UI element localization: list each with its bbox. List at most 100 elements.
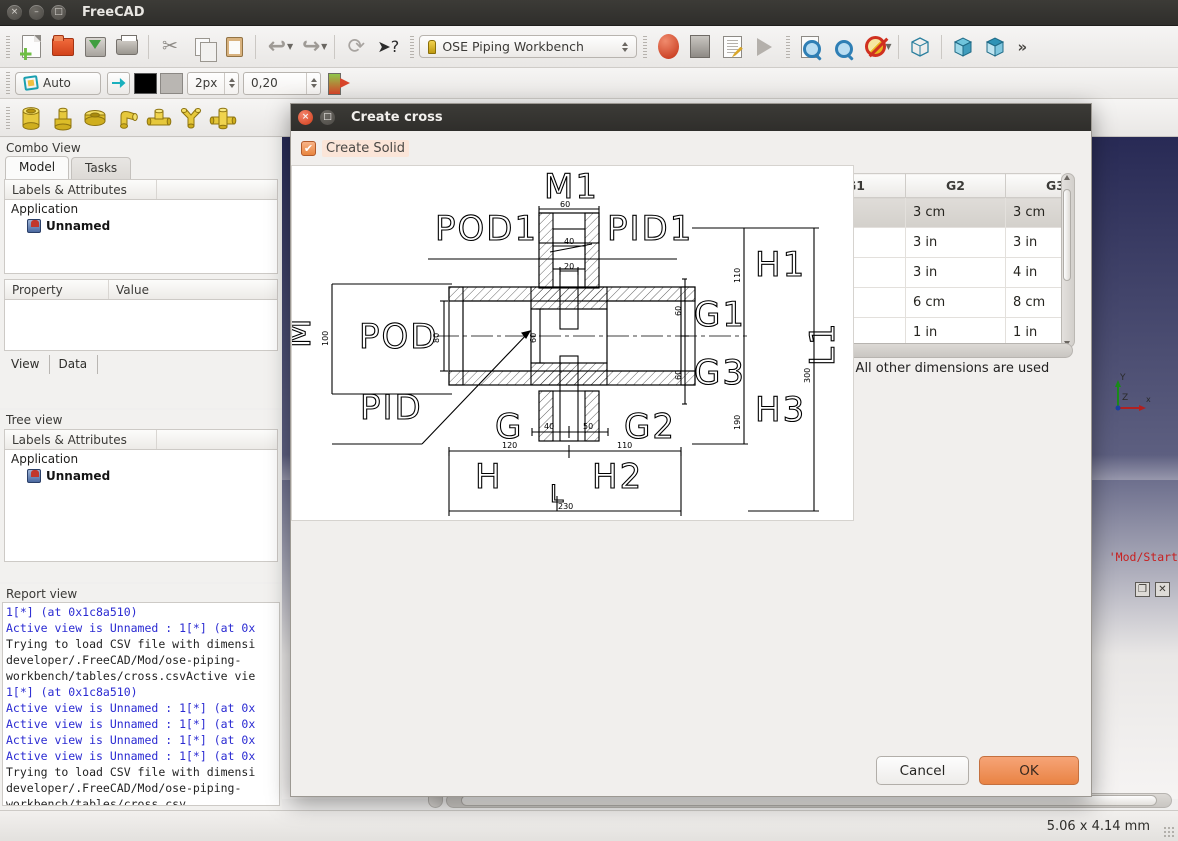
create-cross-button[interactable] (207, 102, 239, 134)
cell-g2: 3 cm (905, 197, 1006, 228)
toolbar-grip[interactable] (641, 35, 650, 58)
create-ybranch-button[interactable] (175, 102, 207, 134)
create-solid-row[interactable]: ✔ Create Solid (291, 131, 1091, 165)
report-view-body[interactable]: 1[*] (at 0x1c8a510) Active view is Unnam… (2, 602, 280, 806)
tree-view-body[interactable]: Application Unnamed (4, 450, 278, 562)
toolbar-grip[interactable] (784, 35, 793, 58)
create-coupling-button[interactable] (79, 102, 111, 134)
workbench-selector-spinner-icon[interactable] (622, 41, 629, 52)
window-minimize-button[interactable]: – (29, 5, 44, 20)
tab-data[interactable]: Data (50, 355, 99, 374)
tab-tasks[interactable]: Tasks (71, 157, 132, 179)
macros-button[interactable] (716, 31, 748, 63)
macro-record-button[interactable] (652, 31, 684, 63)
copy-button[interactable] (186, 31, 218, 63)
report-line: developer/.FreeCAD/Mod/ose-piping- (6, 781, 242, 795)
tree-view-title: Tree view (6, 413, 63, 427)
clipping-button[interactable] (859, 31, 891, 63)
model-tree-root[interactable]: Application (5, 200, 277, 218)
line-width-stepper[interactable] (224, 72, 238, 94)
zoom-fit-icon (799, 35, 823, 61)
toolbar-separator (898, 34, 900, 59)
no-clipping-icon (864, 36, 886, 57)
ok-button[interactable]: OK (979, 756, 1079, 785)
transparency-stepper[interactable] (306, 72, 320, 94)
ybranch-icon (180, 107, 202, 128)
column-header-g2[interactable]: G2 (905, 173, 1006, 198)
tab-model[interactable]: Model (5, 156, 70, 179)
dialog-maximize-button[interactable]: □ (320, 110, 335, 125)
toggle-construction-button[interactable] (107, 71, 130, 95)
open-folder-icon (52, 34, 74, 56)
apply-style-button[interactable] (326, 70, 352, 96)
print-document-button[interactable] (111, 31, 143, 63)
draw-style-flat-button[interactable] (947, 31, 979, 63)
drawing-dim-20: 20 (564, 262, 574, 271)
new-document-button[interactable] (15, 31, 47, 63)
tree-view-document-item[interactable]: Unnamed (5, 468, 277, 484)
column-header-g3[interactable]: G3 (1005, 173, 1061, 198)
draft-snap-toolbar: Auto 2px 0,20 (0, 68, 1178, 99)
cut-button[interactable]: ✂ (154, 31, 186, 63)
create-pipe-button[interactable] (15, 102, 47, 134)
property-column-header: Property (5, 280, 109, 299)
model-tree-document-item[interactable]: Unnamed (5, 218, 277, 234)
color-swatch-grey-icon[interactable] (160, 72, 183, 94)
close-window-icon[interactable]: ✕ (1155, 582, 1170, 597)
create-elbow-button[interactable] (111, 102, 143, 134)
whats-this-button[interactable]: ➤? (372, 31, 404, 63)
draw-style-wireframe-button[interactable] (904, 31, 936, 63)
window-close-button[interactable]: × (7, 5, 22, 20)
execute-macro-button[interactable] (748, 31, 780, 63)
window-maximize-button[interactable]: □ (51, 5, 66, 20)
axonometric-view-button[interactable] (979, 31, 1011, 63)
resize-grip-icon[interactable] (1163, 826, 1175, 838)
transparency-spinbox[interactable]: 0,20 (243, 71, 321, 95)
report-view-panel: Report view 1[*] (at 0x1c8a510) Active v… (0, 584, 282, 810)
line-width-spinbox[interactable]: 2px (187, 71, 239, 95)
scroll-up-arrow-icon[interactable] (1064, 175, 1070, 180)
report-line: Active view is Unnamed : 1[*] (at 0x (6, 701, 256, 715)
toolbar-grip[interactable] (4, 35, 12, 58)
model-tree-body[interactable]: Application Unnamed (4, 200, 278, 274)
fit-all-button[interactable] (795, 31, 827, 63)
save-document-button[interactable] (79, 31, 111, 63)
toolbar-grip[interactable] (408, 35, 417, 58)
create-tee-button[interactable] (143, 102, 175, 134)
create-solid-checkbox[interactable]: ✔ (301, 141, 316, 156)
restore-window-icon[interactable]: ❐ (1135, 582, 1150, 597)
create-bushing-button[interactable] (47, 102, 79, 134)
table-vertical-scrollbar[interactable] (1061, 173, 1075, 348)
cell-g3: 3 in (1005, 227, 1061, 258)
undo-button[interactable]: ↩ (261, 31, 293, 63)
toolbar-grip[interactable] (4, 106, 12, 129)
redo-button[interactable]: ↪ (295, 31, 327, 63)
workbench-selector[interactable]: OSE Piping Workbench (419, 35, 638, 58)
model-tree-document-label: Unnamed (46, 219, 111, 233)
mdi-window-buttons[interactable]: ❐ ✕ (1135, 582, 1170, 597)
toolbar-grip[interactable] (4, 72, 12, 94)
toolbar-overflow-button[interactable]: » (1017, 38, 1027, 56)
refresh-button[interactable]: ⟳ (340, 31, 372, 63)
tab-view[interactable]: View (3, 355, 51, 374)
paste-button[interactable] (218, 31, 250, 63)
axis-cross-indicator: Y Z x (1115, 373, 1151, 411)
cell-g2: 3 in (905, 257, 1006, 288)
dialog-close-button[interactable]: × (298, 110, 313, 125)
drawing-dim-40: 40 (564, 237, 574, 246)
cancel-button[interactable]: Cancel (876, 756, 969, 785)
cell-g3: 8 cm (1005, 287, 1061, 318)
tree-view-root[interactable]: Application (5, 450, 277, 468)
autogroup-button[interactable]: Auto (15, 71, 101, 95)
box-zoom-button[interactable] (827, 31, 859, 63)
tree-view-panel: Tree view Labels & Attributes Applicatio… (0, 410, 282, 582)
color-swatch-black-icon[interactable] (134, 72, 157, 94)
macro-stop-button[interactable] (684, 31, 716, 63)
toolbar-separator (255, 34, 256, 59)
scissors-icon: ✂ (162, 35, 178, 57)
open-document-button[interactable] (47, 31, 79, 63)
property-editor-body[interactable] (4, 300, 278, 351)
flat-cube-icon (954, 36, 973, 57)
window-titlebar: × – □ FreeCAD (0, 0, 1178, 26)
report-line: Active view is Unnamed : 1[*] (at 0x (6, 621, 256, 635)
